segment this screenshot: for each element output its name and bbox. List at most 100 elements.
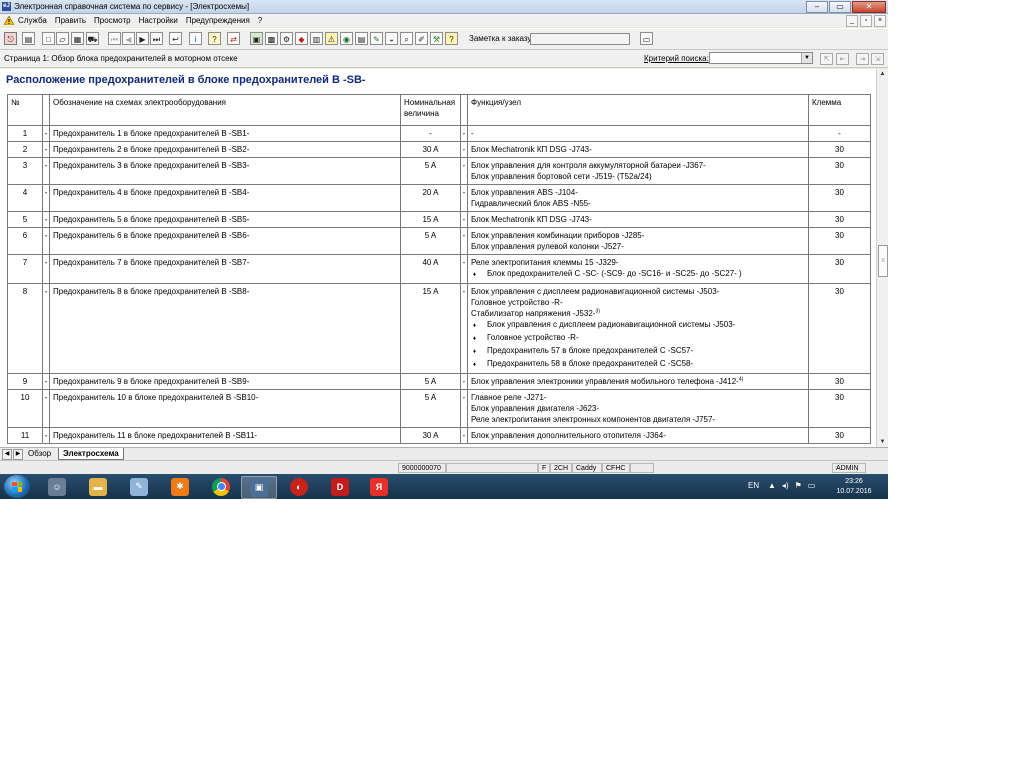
table-row: 8- Предохранитель 8 в блоке предохранител… (7, 283, 871, 374)
function-text: Реле электропитания электронных компонен… (471, 415, 716, 424)
help-icon[interactable]: ? (208, 32, 221, 45)
switch-icon[interactable]: ⇄ (227, 32, 240, 45)
fuse-number: 3 (7, 157, 43, 185)
footnote-mark: 3) (595, 308, 600, 315)
fuse-nominal: 5 A (400, 227, 461, 255)
fuse-designation: Предохранитель 6 в блоке предохранителей… (49, 227, 401, 255)
taskbar-elsa-app[interactable]: ▣ (241, 476, 277, 499)
new-document-icon[interactable]: □ (42, 32, 55, 45)
component-icon[interactable]: ⚙ (280, 32, 293, 45)
close-button[interactable]: ✕ (852, 1, 886, 13)
row-dash: - (460, 373, 468, 390)
search-last-icon[interactable]: ⇲ (871, 53, 884, 65)
back-icon[interactable]: ↩ (169, 32, 182, 45)
vertical-scrollbar[interactable]: ▲ ≡ ▼ (876, 69, 888, 447)
repair-icon[interactable]: ✎ (370, 32, 383, 45)
tools-icon[interactable]: ⚒ (430, 32, 443, 45)
row-dash: - (460, 141, 468, 158)
network-icon[interactable]: ▭ (808, 481, 816, 490)
taskbar-chrome[interactable] (204, 476, 238, 497)
tab-overview[interactable]: Обзор (24, 448, 55, 459)
fuse-nominal: 5 A (400, 157, 461, 185)
menu-edit[interactable]: Править (51, 14, 90, 27)
previous-page-icon[interactable]: ◀ (122, 32, 135, 45)
status-empty (630, 463, 654, 473)
search-next-icon[interactable]: ⇥ (856, 53, 869, 65)
globe-icon[interactable]: ◉ (340, 32, 353, 45)
scroll-thumb[interactable]: ≡ (878, 245, 888, 277)
search-tool-icon[interactable]: ⌕ (400, 32, 413, 45)
fuse-function: Блок Mechatronik КП DSG -J743- (467, 211, 809, 228)
print-icon[interactable]: ▤ (22, 32, 35, 45)
app-window: eJ Электронная справочная система по сер… (0, 0, 888, 499)
table-icon[interactable]: ▥ (310, 32, 323, 45)
clock[interactable]: 23:26 10.07.2016 (834, 477, 874, 497)
mdi-close-button[interactable]: × (874, 15, 886, 27)
table-row: 11- Предохранитель 11 в блоке предохранит… (7, 427, 871, 444)
mdi-restore-button[interactable]: ▫ (860, 15, 872, 27)
document-view-icon[interactable]: ▦ (71, 32, 84, 45)
volume-icon[interactable]: ◂) (782, 481, 789, 490)
fuse-designation: Предохранитель 5 в блоке предохранителей… (49, 211, 401, 228)
car-icon[interactable]: ◒ (385, 32, 398, 45)
tab-scroll-right-icon[interactable]: ▶ (13, 449, 23, 460)
next-page-icon[interactable]: ▶ (136, 32, 149, 45)
taskbar-avast[interactable]: ✱ (163, 476, 197, 497)
catalog-icon[interactable]: ▣ (250, 32, 263, 45)
maximize-button[interactable]: ▭ (829, 1, 851, 13)
start-button[interactable] (4, 475, 30, 498)
notes-icon[interactable]: ✐ (415, 32, 428, 45)
tab-wiring-diagram[interactable]: Электросхема (58, 448, 124, 460)
row-dash: - (42, 389, 50, 428)
taskbar-opera[interactable]: ◐ (282, 476, 316, 497)
menu-view[interactable]: Просмотр (90, 14, 135, 27)
taskbar-paint[interactable]: ✎ (122, 476, 156, 497)
function-text: Стабилизатор напряжения -J532- (471, 309, 596, 318)
tab-scroll-left-icon[interactable]: ◀ (2, 449, 12, 460)
storage-icon[interactable]: ▤ (355, 32, 368, 45)
taskbar-media-player[interactable]: D (323, 476, 357, 497)
search-criteria-select[interactable]: ▼ (709, 52, 813, 64)
status-user: ADMIN (832, 463, 866, 473)
search-first-icon[interactable]: ⇱ (820, 53, 833, 65)
flag-icon[interactable]: ⚑ (795, 481, 802, 490)
function-line: Блок управления для контроля аккумулятор… (471, 160, 805, 171)
row-dash: - (42, 184, 50, 212)
fuse-function: Блок управления ABS -J104- Гидравлический… (467, 184, 809, 212)
fuse-designation: Предохранитель 3 в блоке предохранителей… (49, 157, 401, 185)
taskbar-explorer[interactable]: ▬ (81, 476, 115, 497)
table-row: 6- Предохранитель 6 в блоке предохранител… (7, 227, 871, 255)
diagnosis-icon[interactable]: ◆ (295, 32, 308, 45)
menu-service[interactable]: Служба (14, 14, 51, 27)
scroll-up-icon[interactable]: ▲ (877, 69, 888, 79)
menu-help[interactable]: ? (254, 14, 266, 27)
function-text: Блок управления дополнительного отопител… (471, 431, 666, 440)
search-prev-icon[interactable]: ⇤ (836, 53, 849, 65)
fuse-function: Блок Mechatronik КП DSG -J743- (467, 141, 809, 158)
alert-icon[interactable]: ⚠ (325, 32, 338, 45)
function-line: Блок Mechatronik КП DSG -J743- (471, 144, 805, 155)
open-document-icon[interactable]: ▱ (56, 32, 69, 45)
dropdown-arrow-icon[interactable]: ▼ (801, 53, 812, 63)
order-note-button[interactable]: ▭ (640, 32, 653, 45)
info-icon[interactable]: i (189, 32, 202, 45)
row-dash: - (460, 389, 468, 428)
scroll-down-icon[interactable]: ▼ (877, 437, 888, 447)
fuse-nominal: 40 A (400, 254, 461, 284)
question-icon[interactable]: ? (445, 32, 458, 45)
menu-settings[interactable]: Настройки (135, 14, 182, 27)
taskbar-yandex[interactable]: Я (362, 476, 396, 497)
vehicle-icon[interactable]: ⛟ (86, 32, 99, 45)
menu-warnings[interactable]: Предупреждения (182, 14, 254, 27)
taskbar-people-app[interactable]: ☺ (40, 476, 74, 497)
mdi-minimize-button[interactable]: _ (846, 15, 858, 27)
tray-expand-icon[interactable]: ▲ (768, 481, 776, 490)
first-page-icon[interactable]: ⏮ (108, 32, 121, 45)
order-note-input[interactable] (530, 33, 630, 45)
grid-icon[interactable]: ▩ (265, 32, 278, 45)
row-dash: - (42, 157, 50, 185)
exit-icon[interactable]: ⎋ (4, 32, 17, 45)
minimize-button[interactable]: – (806, 1, 828, 13)
language-indicator[interactable]: EN (748, 481, 759, 490)
last-page-icon[interactable]: ⏭ (150, 32, 163, 45)
